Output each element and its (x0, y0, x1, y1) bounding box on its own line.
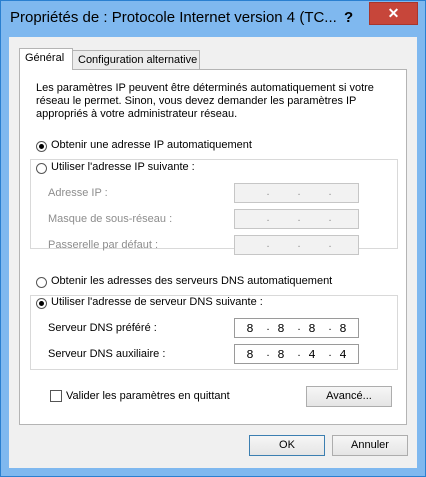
radio-ip-auto[interactable] (36, 141, 47, 152)
validate-checkbox[interactable] (50, 390, 62, 402)
ok-button[interactable]: OK (249, 435, 325, 456)
close-button[interactable]: ✕ (369, 2, 418, 25)
radio-ip-auto-label: Obtenir une adresse IP automatiquement (51, 139, 252, 151)
description-text: Les paramètres IP peuvent être déterminé… (36, 82, 374, 120)
general-panel: Les paramètres IP peuvent être déterminé… (19, 69, 407, 425)
preferred-dns-input[interactable]: 8 . 8 . 8 . 8 (234, 318, 359, 338)
help-icon[interactable]: ? (344, 9, 353, 26)
alternate-dns-input[interactable]: 8 . 8 . 4 . 4 (234, 344, 359, 364)
dialog-window: Propriétés de : Protocole Internet versi… (0, 0, 426, 477)
advanced-button[interactable]: Avancé... (306, 386, 392, 407)
radio-dns-manual-label: Utiliser l'adresse de serveur DNS suivan… (51, 296, 263, 308)
gateway-label: Passerelle par défaut : (48, 239, 159, 251)
subnet-mask-label: Masque de sous-réseau : (48, 213, 173, 225)
radio-ip-manual-label: Utiliser l'adresse IP suivante : (51, 161, 195, 173)
subnet-mask-input[interactable]: . . . (234, 209, 359, 229)
radio-dns-manual[interactable] (36, 298, 47, 309)
ip-address-input[interactable]: . . . (234, 183, 359, 203)
radio-dns-auto-label: Obtenir les adresses des serveurs DNS au… (51, 275, 333, 287)
ip-address-label: Adresse IP : (48, 187, 108, 199)
preferred-dns-label: Serveur DNS préféré : (48, 322, 157, 334)
alternate-dns-label: Serveur DNS auxiliaire : (48, 348, 166, 360)
window-title: Propriétés de : Protocole Internet versi… (10, 9, 337, 26)
title-bar[interactable]: Propriétés de : Protocole Internet versi… (1, 1, 425, 37)
cancel-button[interactable]: Annuler (332, 435, 408, 456)
tab-alternate-configuration[interactable]: Configuration alternative (72, 50, 200, 69)
validate-checkbox-label: Valider les paramètres en quittant (66, 390, 230, 402)
tab-general[interactable]: Général (19, 48, 73, 70)
radio-dns-auto[interactable] (36, 277, 47, 288)
gateway-input[interactable]: . . . (234, 235, 359, 255)
radio-ip-manual[interactable] (36, 163, 47, 174)
dialog-client-area: Général Configuration alternative Les pa… (9, 37, 417, 468)
